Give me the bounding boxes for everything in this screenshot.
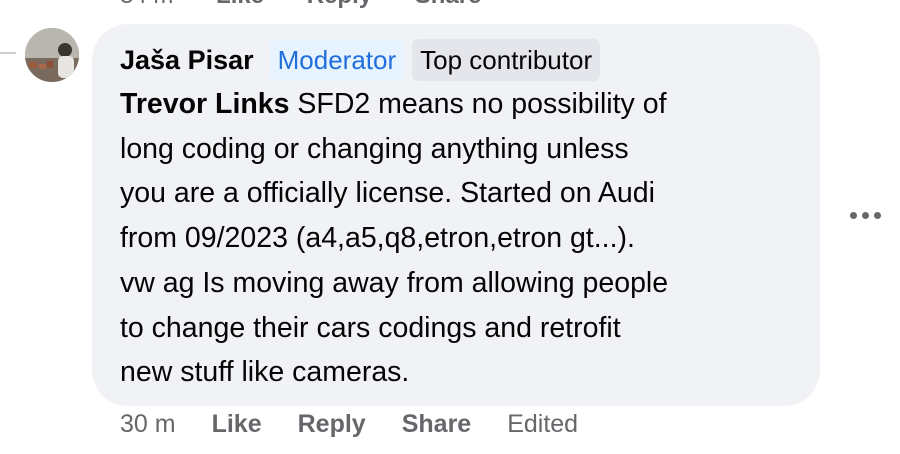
more-dot xyxy=(873,211,881,219)
avatar[interactable] xyxy=(25,28,79,82)
moderator-badge[interactable]: Moderator xyxy=(269,39,405,81)
more-dot xyxy=(861,211,869,219)
more-horizontal-icon[interactable] xyxy=(845,203,885,227)
comment-line-1: Trevor Links SFD2 means no possibility o… xyxy=(120,82,800,127)
mention-link[interactable]: Trevor Links xyxy=(120,88,289,120)
comment-thread: 34 m Like Reply Share Jaša Pisar Moderat… xyxy=(0,0,900,454)
like-button[interactable]: Like xyxy=(212,410,262,439)
comment-line: new stuff like cameras. xyxy=(120,356,410,389)
comment-line: vw ag Is moving away from allowing peopl… xyxy=(120,266,669,299)
comment-actions: 30 m Like Reply Share Edited xyxy=(120,410,578,439)
avatar-photo xyxy=(25,28,79,82)
comment-timestamp[interactable]: 30 m xyxy=(120,410,176,439)
previous-comment-actions: 34 m Like Reply Share xyxy=(120,0,517,10)
comment-body: Trevor Links SFD2 means no possibility o… xyxy=(120,82,800,395)
comment-line: you are a officially license. Started on… xyxy=(120,177,655,210)
thread-connector-line xyxy=(0,52,16,54)
top-contributor-badge[interactable]: Top contributor xyxy=(412,39,601,81)
previous-comment-timestamp[interactable]: 34 m xyxy=(120,0,173,9)
previous-share-button[interactable]: Share xyxy=(415,0,482,9)
comment-header: Jaša Pisar Moderator Top contributor xyxy=(120,38,608,82)
edited-label[interactable]: Edited xyxy=(507,410,578,439)
comment-line: to change their cars codings and retrofi… xyxy=(120,311,621,344)
reply-button[interactable]: Reply xyxy=(298,410,366,439)
previous-like-button[interactable]: Like xyxy=(216,0,264,9)
previous-reply-button[interactable]: Reply xyxy=(307,0,372,9)
share-button[interactable]: Share xyxy=(402,410,471,439)
comment-text-first-line: SFD2 means no possibility of xyxy=(289,88,667,120)
comment-line: from 09/2023 (a4,a5,q8,etron,etron gt...… xyxy=(120,222,635,255)
author-name[interactable]: Jaša Pisar xyxy=(120,38,254,82)
more-dot xyxy=(849,211,857,219)
comment-line: long coding or changing anything unless xyxy=(120,132,629,165)
